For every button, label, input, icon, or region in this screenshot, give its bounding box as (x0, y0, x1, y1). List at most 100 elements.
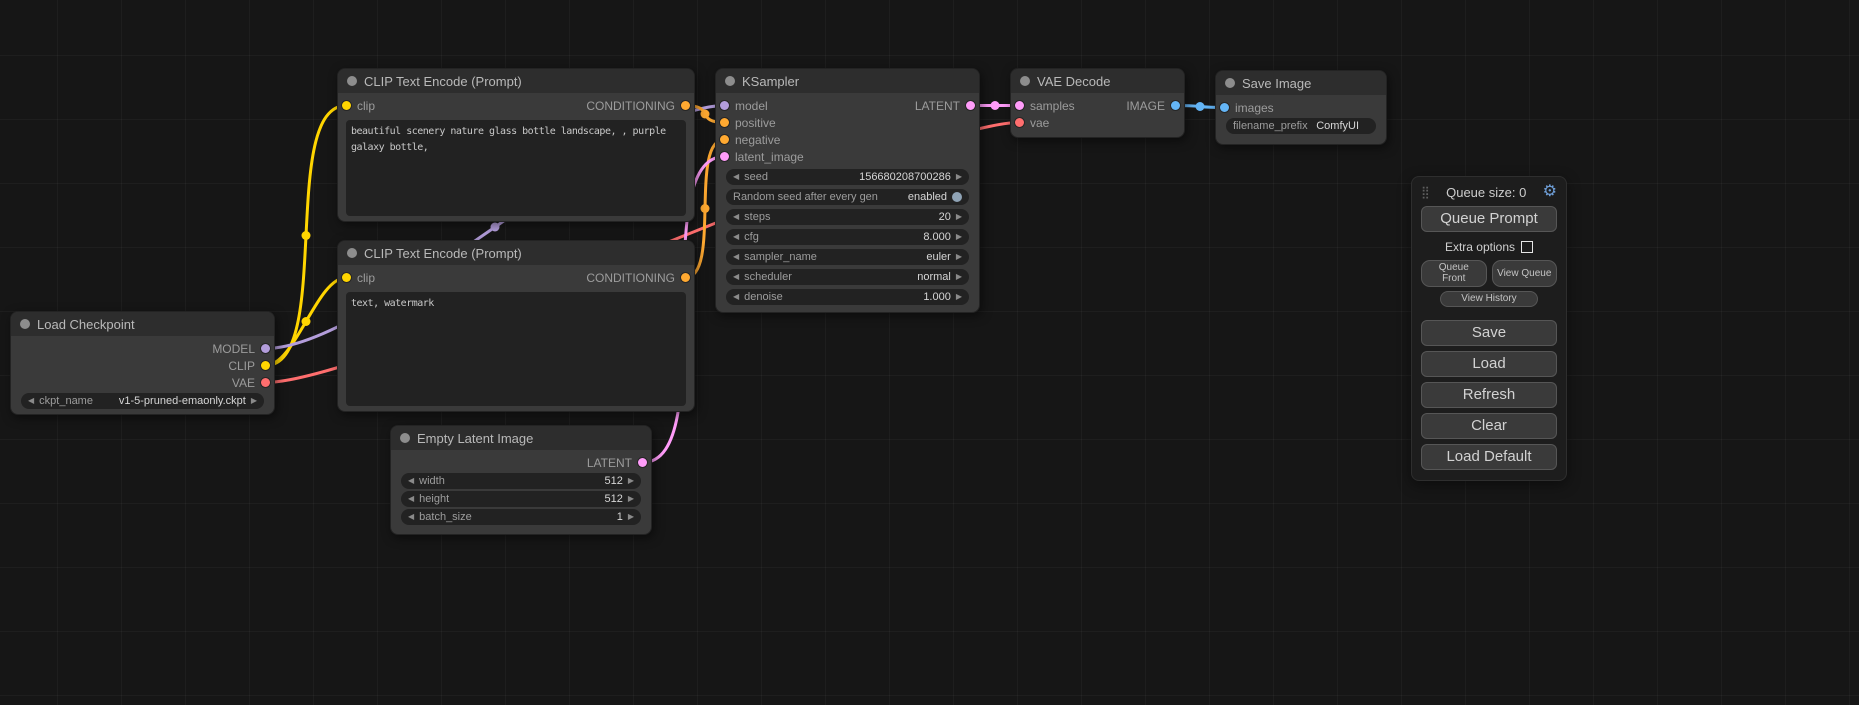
prompt-textarea[interactable]: text, watermark (346, 292, 686, 406)
left-arrow-icon[interactable] (733, 253, 739, 261)
widget-label: ckpt_name (39, 395, 93, 407)
widget-denoise[interactable]: denoise 1.000 (726, 289, 969, 305)
prompt-textarea[interactable]: beautiful scenery nature glass bottle la… (346, 120, 686, 216)
widget-steps[interactable]: steps 20 (726, 209, 969, 225)
input-port-clip[interactable] (342, 273, 351, 282)
node-empty-latent-image[interactable]: Empty Latent Image LATENT width 512 heig… (390, 425, 652, 535)
right-arrow-icon[interactable] (956, 273, 962, 281)
input-port-positive[interactable] (720, 118, 729, 127)
node-save-image[interactable]: Save Image images filename_prefix ComfyU… (1215, 70, 1387, 145)
collapse-toggle-icon[interactable] (725, 76, 735, 86)
widget-cfg[interactable]: cfg 8.000 (726, 229, 969, 245)
view-queue-button[interactable]: View Queue (1492, 260, 1558, 287)
output-label-latent: LATENT (587, 456, 632, 470)
input-label-negative: negative (735, 133, 780, 147)
save-button[interactable]: Save (1421, 320, 1557, 346)
output-port-conditioning[interactable] (681, 101, 690, 110)
output-port-vae[interactable] (261, 378, 270, 387)
node-clip-text-encode-negative[interactable]: CLIP Text Encode (Prompt) clip CONDITION… (337, 240, 695, 412)
output-port-clip[interactable] (261, 361, 270, 370)
widget-value: v1-5-pruned-emaonly.ckpt (119, 395, 246, 407)
left-arrow-icon[interactable] (733, 213, 739, 221)
node-vae-decode[interactable]: VAE Decode samples IMAGE vae (1010, 68, 1185, 138)
node-title-bar[interactable]: VAE Decode (1011, 69, 1184, 93)
widget-ckpt-name[interactable]: ckpt_name v1-5-pruned-emaonly.ckpt (21, 393, 264, 409)
node-graph-canvas[interactable]: Load Checkpoint MODEL CLIP VAE (0, 0, 1859, 705)
right-arrow-icon[interactable] (956, 233, 962, 241)
node-clip-text-encode-positive[interactable]: CLIP Text Encode (Prompt) clip CONDITION… (337, 68, 695, 222)
collapse-toggle-icon[interactable] (1020, 76, 1030, 86)
input-label-latent-image: latent_image (735, 150, 804, 164)
right-arrow-icon[interactable] (956, 213, 962, 221)
node-title-bar[interactable]: CLIP Text Encode (Prompt) (338, 69, 694, 93)
widget-batch-size[interactable]: batch_size 1 (401, 509, 641, 525)
node-title-bar[interactable]: Empty Latent Image (391, 426, 651, 450)
right-arrow-icon[interactable] (956, 293, 962, 301)
widget-width[interactable]: width 512 (401, 473, 641, 489)
right-arrow-icon[interactable] (956, 173, 962, 181)
left-arrow-icon[interactable] (28, 397, 34, 405)
gear-icon[interactable] (1543, 183, 1557, 201)
widget-value: ComfyUI (1316, 120, 1369, 132)
right-arrow-icon[interactable] (956, 253, 962, 261)
link-midpoint-dot (701, 110, 710, 119)
widget-height[interactable]: height 512 (401, 491, 641, 507)
left-arrow-icon[interactable] (408, 477, 414, 485)
input-port-vae[interactable] (1015, 118, 1024, 127)
left-arrow-icon[interactable] (408, 513, 414, 521)
right-arrow-icon[interactable] (628, 495, 634, 503)
input-port-negative[interactable] (720, 135, 729, 144)
output-port-model[interactable] (261, 344, 270, 353)
load-default-button[interactable]: Load Default (1421, 444, 1557, 470)
widget-label: Random seed after every gen (733, 191, 878, 203)
node-title-bar[interactable]: KSampler (716, 69, 979, 93)
widget-label: batch_size (419, 511, 472, 523)
widget-label: scheduler (744, 271, 792, 283)
input-port-samples[interactable] (1015, 101, 1024, 110)
queue-prompt-button[interactable]: Queue Prompt (1421, 206, 1557, 232)
output-port-conditioning[interactable] (681, 273, 690, 282)
toggle-knob-icon[interactable] (952, 192, 962, 202)
widget-label: steps (744, 211, 770, 223)
right-arrow-icon[interactable] (628, 513, 634, 521)
left-arrow-icon[interactable] (733, 293, 739, 301)
input-port-latent-image[interactable] (720, 152, 729, 161)
widget-value: 1.000 (923, 291, 951, 303)
widget-filename-prefix[interactable]: filename_prefix ComfyUI (1226, 118, 1376, 134)
collapse-toggle-icon[interactable] (347, 76, 357, 86)
output-port-latent[interactable] (966, 101, 975, 110)
node-title-bar[interactable]: Save Image (1216, 71, 1386, 95)
refresh-button[interactable]: Refresh (1421, 382, 1557, 408)
right-arrow-icon[interactable] (251, 397, 257, 405)
left-arrow-icon[interactable] (733, 233, 739, 241)
widget-random-seed[interactable]: Random seed after every gen enabled (726, 189, 969, 205)
input-port-model[interactable] (720, 101, 729, 110)
widget-sampler-name[interactable]: sampler_name euler (726, 249, 969, 265)
slot-row: model LATENT (716, 97, 979, 114)
clear-button[interactable]: Clear (1421, 413, 1557, 439)
view-history-button[interactable]: View History (1440, 291, 1538, 307)
output-port-latent[interactable] (638, 458, 647, 467)
left-arrow-icon[interactable] (408, 495, 414, 503)
load-button[interactable]: Load (1421, 351, 1557, 377)
collapse-toggle-icon[interactable] (20, 319, 30, 329)
queue-front-button[interactable]: Queue Front (1421, 260, 1487, 287)
input-port-images[interactable] (1220, 103, 1229, 112)
collapse-toggle-icon[interactable] (347, 248, 357, 258)
node-ksampler[interactable]: KSampler model LATENT positive (715, 68, 980, 313)
collapse-toggle-icon[interactable] (1225, 78, 1235, 88)
node-title-bar[interactable]: Load Checkpoint (11, 312, 274, 336)
extra-options-checkbox[interactable] (1521, 241, 1533, 253)
right-arrow-icon[interactable] (628, 477, 634, 485)
node-title-bar[interactable]: CLIP Text Encode (Prompt) (338, 241, 694, 265)
drag-handle-icon[interactable] (1421, 183, 1430, 201)
widget-seed[interactable]: seed 156680208700286 (726, 169, 969, 185)
collapse-toggle-icon[interactable] (400, 433, 410, 443)
widget-scheduler[interactable]: scheduler normal (726, 269, 969, 285)
slot-row: latent_image (716, 148, 979, 165)
output-port-image[interactable] (1171, 101, 1180, 110)
left-arrow-icon[interactable] (733, 173, 739, 181)
left-arrow-icon[interactable] (733, 273, 739, 281)
node-load-checkpoint[interactable]: Load Checkpoint MODEL CLIP VAE (10, 311, 275, 415)
input-port-clip[interactable] (342, 101, 351, 110)
